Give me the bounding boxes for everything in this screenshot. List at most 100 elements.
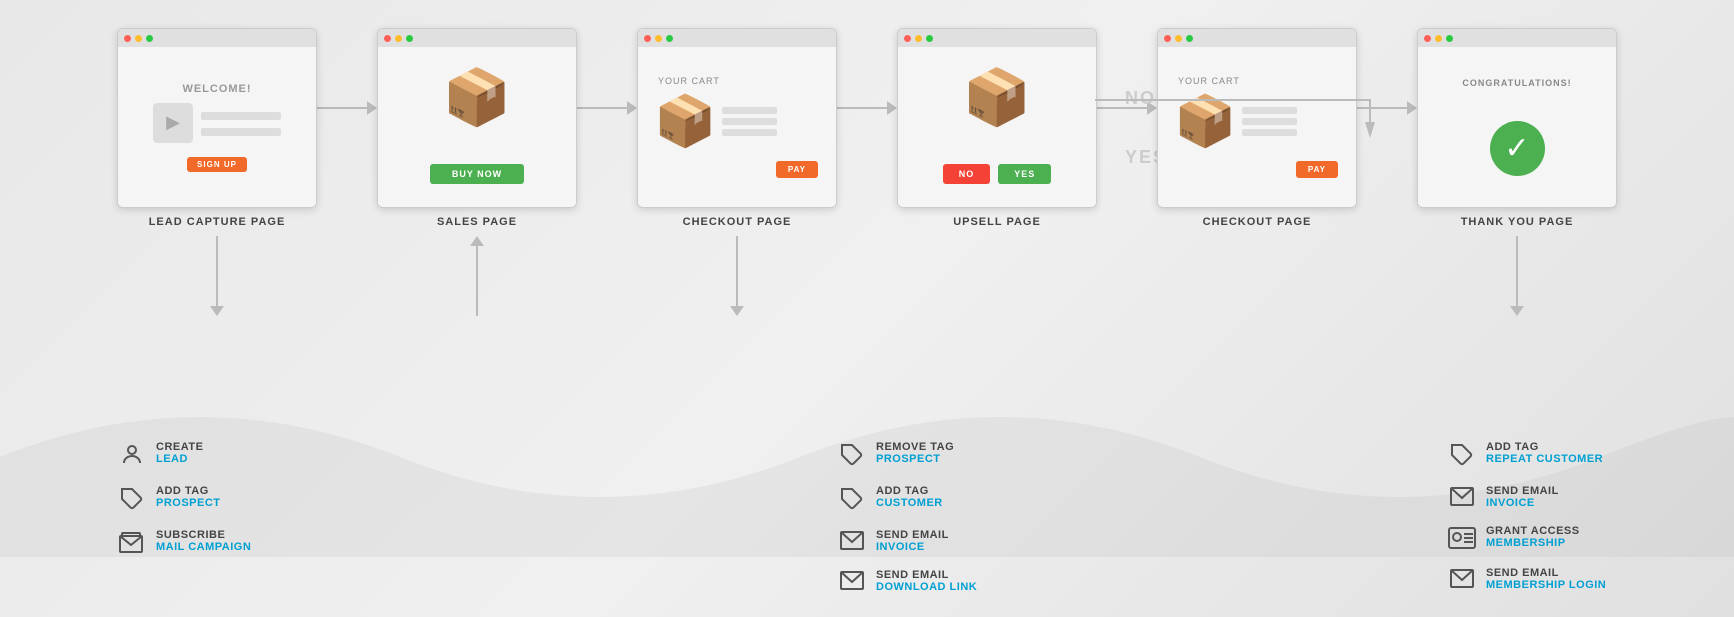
add-tag-customer-subtitle: CUSTOMER	[876, 497, 943, 509]
arrow-down-lead	[210, 236, 224, 316]
create-subtitle: LEAD	[156, 453, 203, 465]
tag-icon-1	[118, 487, 146, 517]
browser-window-checkout2: YOUR CART 📦 PAY	[1157, 28, 1357, 208]
input-mock-2	[201, 128, 281, 136]
upsell-buttons: NO YES	[943, 164, 1052, 184]
flow-item-lead-capture: WELCOME! ▶ SIGN UP LEAD CAPTURE PAGE	[117, 28, 317, 228]
action-send-email-download: SEND EMAIL DOWNLOAD LINK	[838, 569, 1118, 597]
spacer-1	[358, 441, 838, 597]
action-grant-access: GRANT ACCESS MEMBERSHIP	[1448, 525, 1728, 555]
box-icon-sales: 📦	[443, 70, 511, 125]
send-email-download-subtitle: DOWNLOAD LINK	[876, 581, 977, 593]
action-add-tag-prospect: ADD TAG PROSPECT	[118, 485, 358, 517]
page-label-checkout1: CHECKOUT PAGE	[683, 216, 792, 228]
v-arrowhead-up-sales	[470, 236, 484, 246]
dot-yellow-u	[915, 35, 922, 42]
v-line-thankyou	[1516, 236, 1518, 306]
h-arrowhead-2	[627, 101, 637, 115]
cart-field-1a	[722, 107, 777, 114]
dot-green-u	[926, 35, 933, 42]
no-button[interactable]: NO	[943, 164, 991, 184]
actions-area: CREATE LEAD ADD TAG PROSPECT	[0, 441, 1734, 597]
cart-field-1c	[722, 129, 777, 136]
flow-item-checkout1: YOUR CART 📦 PAY CHECKOUT PAGE	[637, 28, 837, 228]
envelope-icon-3	[1448, 487, 1476, 513]
pay-button-2[interactable]: PAY	[1296, 161, 1338, 178]
page-label-upsell: UPSELL PAGE	[953, 216, 1041, 228]
action-add-tag-customer: ADD TAG CUSTOMER	[838, 485, 1118, 517]
add-tag-prospect-text: ADD TAG PROSPECT	[156, 485, 221, 509]
add-tag-prospect-subtitle: PROSPECT	[156, 497, 221, 509]
input-mock-1	[201, 112, 281, 120]
add-tag-prospect-title: ADD TAG	[156, 485, 221, 497]
dot-red-u	[904, 35, 911, 42]
cart-label-checkout2: YOUR CART	[1178, 76, 1240, 86]
cart-layout-2: 📦	[1168, 86, 1303, 157]
dot-yellow-c1	[655, 35, 662, 42]
congrats-label: CONGRATULATIONS!	[1462, 78, 1571, 88]
dot-green-s	[406, 35, 413, 42]
cart-field-2c	[1242, 129, 1297, 136]
h-line-5	[1357, 107, 1407, 109]
lead-actions-column: CREATE LEAD ADD TAG PROSPECT	[118, 441, 358, 597]
action-subscribe-mail: SUBSCRIBE MAIL CAMPAIGN	[118, 529, 358, 561]
dot-green	[146, 35, 153, 42]
v-arrowhead-thankyou	[1510, 306, 1524, 316]
buy-now-button[interactable]: BUY NOW	[430, 164, 524, 184]
send-email-membership-subtitle: MEMBERSHIP LOGIN	[1486, 579, 1606, 591]
h-arrowhead-3	[887, 101, 897, 115]
browser-window-thankyou: CONGRATULATIONS! ✓	[1417, 28, 1617, 208]
send-email-invoice-1-title: SEND EMAIL	[876, 529, 949, 541]
titlebar-checkout2	[1158, 29, 1356, 47]
cart-field-2a	[1242, 107, 1297, 114]
arrow-lead-to-sales	[317, 101, 377, 115]
signup-button[interactable]: SIGN UP	[187, 157, 247, 172]
pay-button-1[interactable]: PAY	[776, 161, 818, 178]
arrow-up-sales	[470, 236, 484, 316]
v-arrowhead-lead	[210, 306, 224, 316]
browser-content-lead-capture: WELCOME! ▶ SIGN UP	[118, 47, 316, 207]
send-email-invoice-2-text: SEND EMAIL INVOICE	[1486, 485, 1559, 509]
remove-tag-text: REMOVE TAG PROSPECT	[876, 441, 954, 465]
repeat-customer-title: ADD TAG	[1486, 441, 1603, 453]
arrow-down-checkout1	[730, 236, 744, 316]
grant-access-title: GRANT ACCESS	[1486, 525, 1580, 537]
subscribe-subtitle: MAIL CAMPAIGN	[156, 541, 251, 553]
titlebar-checkout1	[638, 29, 836, 47]
remove-tag-title: REMOVE TAG	[876, 441, 954, 453]
welcome-title: WELCOME!	[182, 83, 251, 95]
page-label-thankyou: THANK YOU PAGE	[1461, 216, 1574, 228]
flow-item-thankyou: CONGRATULATIONS! ✓ THANK YOU PAGE	[1417, 28, 1617, 228]
yes-button[interactable]: YES	[998, 164, 1051, 184]
h-line-3	[837, 107, 887, 109]
repeat-customer-subtitle: REPEAT CUSTOMER	[1486, 453, 1603, 465]
send-email-invoice-2-subtitle: INVOICE	[1486, 497, 1559, 509]
dot-yellow-s	[395, 35, 402, 42]
page-label-sales: SALES PAGE	[437, 216, 517, 228]
create-title: CREATE	[156, 441, 203, 453]
dot-yellow-t	[1435, 35, 1442, 42]
main-container: WELCOME! ▶ SIGN UP LEAD CAPTURE PAGE	[0, 0, 1734, 617]
flow-item-upsell: 📦 NO YES UPSELL PAGE NO YES	[897, 28, 1097, 228]
dot-red	[124, 35, 131, 42]
check-circle: ✓	[1490, 121, 1545, 176]
action-send-email-invoice-2: SEND EMAIL INVOICE	[1448, 485, 1728, 513]
send-email-membership-text: SEND EMAIL MEMBERSHIP LOGIN	[1486, 567, 1606, 591]
tag-icon-customer	[838, 487, 866, 517]
envelope-icon-4	[1448, 569, 1476, 595]
v-line-up-sales	[476, 246, 478, 316]
repeat-customer-text: ADD TAG REPEAT CUSTOMER	[1486, 441, 1603, 465]
action-create-lead: CREATE LEAD	[118, 441, 358, 473]
browser-content-sales: 📦 BUY NOW	[378, 47, 576, 207]
v-line-checkout1	[736, 236, 738, 306]
tag-icon-repeat	[1448, 443, 1476, 473]
flow-item-checkout2: YOUR CART 📦 PAY CHECKOUT PAGE	[1157, 28, 1357, 228]
dot-green-c1	[666, 35, 673, 42]
dot-yellow	[135, 35, 142, 42]
arrow-checkout1-to-upsell	[837, 101, 897, 115]
send-email-download-title: SEND EMAIL	[876, 569, 977, 581]
arrow-sales-to-checkout	[577, 101, 637, 115]
dot-red-c1	[644, 35, 651, 42]
envelope-icon-1	[838, 531, 866, 557]
grant-access-text: GRANT ACCESS MEMBERSHIP	[1486, 525, 1580, 549]
